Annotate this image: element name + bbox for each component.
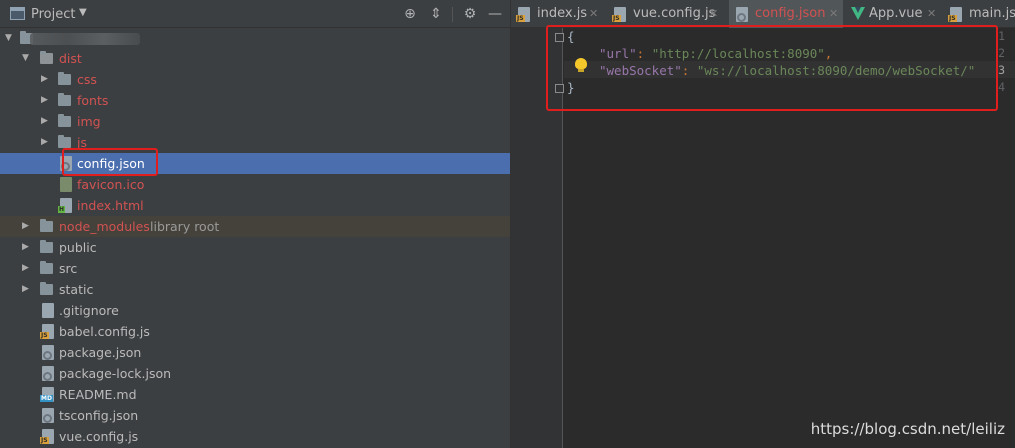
tab-label: App.vue — [869, 6, 923, 21]
tree-item-label: css — [77, 72, 97, 87]
html-file-icon: H — [58, 198, 72, 213]
js-file-icon: JS — [516, 7, 530, 22]
highlight-box-config-json — [62, 148, 158, 176]
tree-item-dist[interactable]: ▼ dist — [0, 48, 510, 69]
tab-config-json[interactable]: config.json ✕ — [729, 0, 843, 28]
tree-item-label: index.html — [77, 198, 144, 213]
js-file-icon: JS — [40, 324, 54, 339]
collapse-arrow-icon[interactable]: ▶ — [22, 283, 32, 295]
tree-item-gitignore[interactable]: .gitignore — [0, 300, 510, 321]
markdown-file-icon: MD — [40, 387, 54, 402]
tree-item-src[interactable]: ▶ src — [0, 258, 510, 279]
json-file-icon — [736, 7, 748, 22]
collapse-arrow-icon[interactable]: ▶ — [22, 220, 32, 232]
tree-item-label: static — [59, 282, 94, 297]
folder-icon — [58, 93, 71, 106]
project-panel: Project ▼ ⊕ ⇕ ⚙ — ▼ ▼ dist ▶ css ▶ fonts… — [0, 0, 510, 448]
image-file-icon — [60, 177, 72, 192]
tree-item-fonts[interactable]: ▶ fonts — [0, 90, 510, 111]
hide-panel-icon[interactable]: — — [486, 5, 504, 23]
tree-item-label: tsconfig.json — [59, 408, 139, 423]
tree-item-babel-config[interactable]: JS babel.config.js — [0, 321, 510, 342]
tree-item-label: node_modules — [59, 219, 150, 234]
tree-item-label: img — [77, 114, 101, 129]
close-icon[interactable]: ✕ — [589, 7, 598, 20]
project-header: Project ▼ ⊕ ⇕ ⚙ — — [0, 0, 510, 28]
tab-vue-config-js[interactable]: JS vue.config.js ✕ — [607, 0, 727, 28]
tree-item-node-modules[interactable]: ▶ node_modules library root — [0, 216, 510, 237]
folder-icon — [58, 72, 71, 85]
tree-item-root[interactable]: ▼ — [0, 28, 510, 49]
tree-item-package-lock[interactable]: package-lock.json — [0, 363, 510, 384]
js-file-icon: JS — [40, 429, 54, 444]
close-icon[interactable]: ✕ — [927, 7, 936, 20]
watermark: https://blog.csdn.net/leiliz — [810, 420, 1005, 438]
collapse-arrow-icon[interactable]: ▶ — [22, 241, 32, 253]
highlight-box-code — [546, 25, 998, 111]
tree-item-public[interactable]: ▶ public — [0, 237, 510, 258]
folder-icon — [58, 114, 71, 127]
tree-item-readme[interactable]: MD README.md — [0, 384, 510, 405]
locate-icon[interactable]: ⊕ — [401, 5, 419, 23]
collapse-arrow-icon[interactable]: ▶ — [41, 115, 51, 127]
editor-tab-bar: JS index.js ✕ JS vue.config.js ✕ config.… — [511, 0, 1015, 28]
text-file-icon — [42, 303, 54, 318]
js-file-icon: JS — [612, 7, 626, 22]
tab-label: main.js — [969, 6, 1015, 21]
folder-icon — [40, 282, 53, 295]
close-icon[interactable]: ✕ — [709, 7, 718, 20]
json-file-icon — [42, 408, 54, 423]
tab-label: vue.config.js — [633, 6, 716, 21]
tree-item-label: package.json — [59, 345, 142, 360]
project-title[interactable]: Project — [31, 7, 75, 22]
tree-item-label: .gitignore — [59, 303, 119, 318]
tree-item-css[interactable]: ▶ css — [0, 69, 510, 90]
tree-item-label: public — [59, 240, 97, 255]
expand-arrow-icon[interactable]: ▼ — [22, 52, 32, 64]
collapse-arrow-icon[interactable]: ▶ — [41, 94, 51, 106]
collapse-arrow-icon[interactable]: ▶ — [22, 262, 32, 274]
tree-item-vue-config[interactable]: JS vue.config.js — [0, 426, 510, 447]
json-file-icon — [42, 366, 54, 381]
tree-item-favicon[interactable]: favicon.ico — [0, 174, 510, 195]
tree-item-label: dist — [59, 51, 82, 66]
tree-item-package-json[interactable]: package.json — [0, 342, 510, 363]
tree-item-index-html[interactable]: H index.html — [0, 195, 510, 216]
json-file-icon — [42, 345, 54, 360]
header-divider — [452, 7, 453, 22]
library-root-hint: library root — [150, 219, 220, 234]
expand-arrow-icon[interactable]: ▼ — [5, 32, 15, 44]
tab-main-js[interactable]: JS main.js — [943, 0, 1015, 28]
tree-item-label: README.md — [59, 387, 137, 402]
project-view-icon — [10, 7, 25, 20]
vue-icon — [851, 7, 865, 20]
tab-label: index.js — [537, 6, 588, 21]
folder-icon — [40, 219, 53, 232]
js-file-icon: JS — [948, 7, 962, 22]
tree-item-static[interactable]: ▶ static — [0, 279, 510, 300]
tab-app-vue[interactable]: App.vue ✕ — [845, 0, 941, 28]
folder-icon — [40, 51, 53, 64]
tab-label: config.json — [755, 6, 826, 21]
collapse-arrow-icon[interactable]: ▶ — [41, 136, 51, 148]
tree-item-label: babel.config.js — [59, 324, 150, 339]
tree-item-img[interactable]: ▶ img — [0, 111, 510, 132]
tree-item-label: src — [59, 261, 78, 276]
tree-item-tsconfig[interactable]: tsconfig.json — [0, 405, 510, 426]
folder-icon — [40, 261, 53, 274]
gear-icon[interactable]: ⚙ — [461, 5, 479, 23]
collapse-all-icon[interactable]: ⇕ — [427, 5, 445, 23]
tree-item-label: vue.config.js — [59, 429, 139, 444]
tree-item-label: package-lock.json — [59, 366, 172, 381]
blurred-project-name — [30, 33, 140, 45]
collapse-arrow-icon[interactable]: ▶ — [41, 73, 51, 85]
folder-icon — [58, 135, 71, 148]
tree-item-label: fonts — [77, 93, 109, 108]
folder-icon — [40, 240, 53, 253]
close-icon[interactable]: ✕ — [829, 7, 838, 20]
tree-item-label: favicon.ico — [77, 177, 145, 192]
chevron-down-icon[interactable]: ▼ — [79, 7, 87, 18]
tab-index-js[interactable]: JS index.js ✕ — [511, 0, 605, 28]
